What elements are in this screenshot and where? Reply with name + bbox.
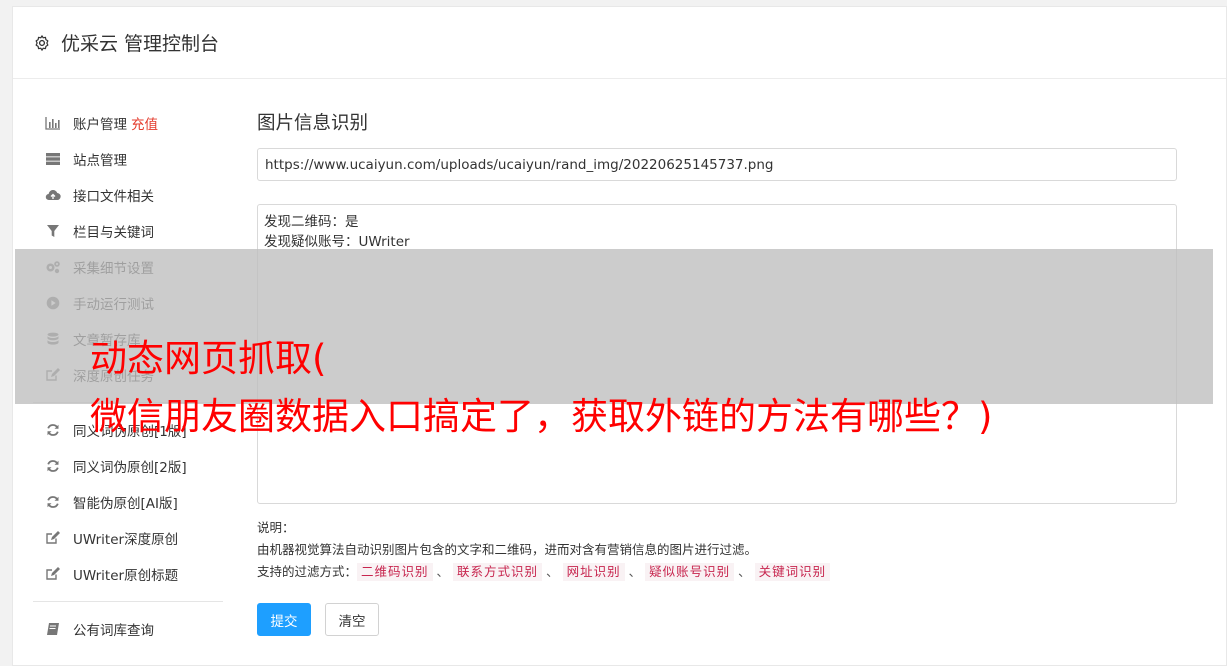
book-icon (45, 621, 61, 637)
notes-label: 说明： (257, 520, 295, 535)
gear-icon (35, 34, 49, 51)
refresh-icon (45, 422, 61, 438)
edit-icon (45, 530, 61, 546)
submit-button[interactable]: 提交 (257, 603, 311, 636)
server-icon (45, 151, 61, 167)
section-title: 图片信息识别 (257, 113, 369, 134)
sidebar-item[interactable]: 同义词伪原创[2版] (13, 448, 223, 484)
notes-description: 由机器视觉算法自动识别图片包含的文字和二维码，进而对含有营销信息的图片进行过滤。 (257, 542, 758, 557)
refresh-icon (45, 494, 61, 510)
sidebar-item-label: 同义词伪原创[2版] (73, 460, 187, 476)
overlay-line-2: 微信朋友圈数据入口搞定了，获取外链的方法有哪些？) (90, 395, 993, 438)
sidebar-item-label: 站点管理 (73, 153, 127, 169)
header: 优采云 管理控制台 (13, 7, 1226, 79)
recharge-link[interactable]: 充值 (131, 113, 158, 133)
sidebar-item[interactable]: UWriter原创标题 (13, 556, 223, 592)
filters-label: 支持的过滤方式： (257, 564, 358, 579)
filter-icon (45, 223, 61, 239)
main-content: 图片信息识别 发现二维码：是 发现疑似账号：UWriter 说明： 由机器视觉算… (257, 79, 1226, 636)
filter-tag: 二维码识别 (357, 563, 433, 581)
image-url-input[interactable] (257, 148, 1177, 181)
overlay-caption: 动态网页抓取( 微信朋友圈数据入口搞定了，获取外链的方法有哪些？) (90, 330, 992, 446)
sidebar-item[interactable]: 智能伪原创[AI版] (13, 484, 223, 520)
sidebar-item[interactable]: 账户管理 充值 (13, 105, 223, 141)
sidebar-item[interactable]: UWriter深度原创 (13, 520, 223, 556)
sidebar-item[interactable]: 公有词库查询 (13, 611, 223, 647)
notes: 说明： 由机器视觉算法自动识别图片包含的文字和二维码，进而对含有营销信息的图片进… (257, 517, 831, 583)
overlay-line-1: 动态网页抓取( (90, 337, 327, 380)
page-title: 优采云 管理控制台 (61, 33, 220, 55)
sidebar-item-label: 智能伪原创[AI版] (73, 496, 178, 512)
result-line: 发现二维码：是 (264, 214, 359, 230)
clear-button[interactable]: 清空 (325, 603, 379, 636)
sidebar-item-label: UWriter深度原创 (73, 532, 179, 548)
bar-chart-icon (45, 115, 61, 131)
filter-separator: 、 (546, 564, 559, 579)
filter-separator: 、 (436, 564, 450, 579)
cloud-upload-icon (45, 187, 61, 203)
filter-separator: 、 (628, 564, 642, 579)
sidebar-item-label: 账户管理 (73, 117, 127, 133)
filter-tag: 疑似账号识别 (645, 563, 735, 581)
filter-tag: 网址识别 (562, 563, 625, 581)
sidebar-divider (33, 601, 223, 602)
sidebar-item[interactable]: 站点管理 (13, 141, 223, 177)
sidebar-item-label: 接口文件相关 (73, 189, 154, 205)
sidebar-item-label: UWriter原创标题 (73, 568, 179, 584)
filter-tag: 联系方式识别 (453, 563, 543, 581)
filter-list: 支持的过滤方式： 二维码识别、联系方式识别、网址识别、疑似账号识别、关键词识别 (257, 561, 831, 583)
sidebar-item-label: 公有词库查询 (73, 623, 154, 639)
sidebar-item[interactable]: 栏目与关键词 (13, 213, 223, 249)
sidebar-item[interactable]: 接口文件相关 (13, 177, 223, 213)
filter-tag: 关键词识别 (754, 563, 831, 581)
edit-icon (45, 566, 61, 582)
refresh-icon (45, 458, 61, 474)
sidebar-item-label: 栏目与关键词 (73, 225, 154, 241)
filter-separator: 、 (738, 564, 751, 579)
